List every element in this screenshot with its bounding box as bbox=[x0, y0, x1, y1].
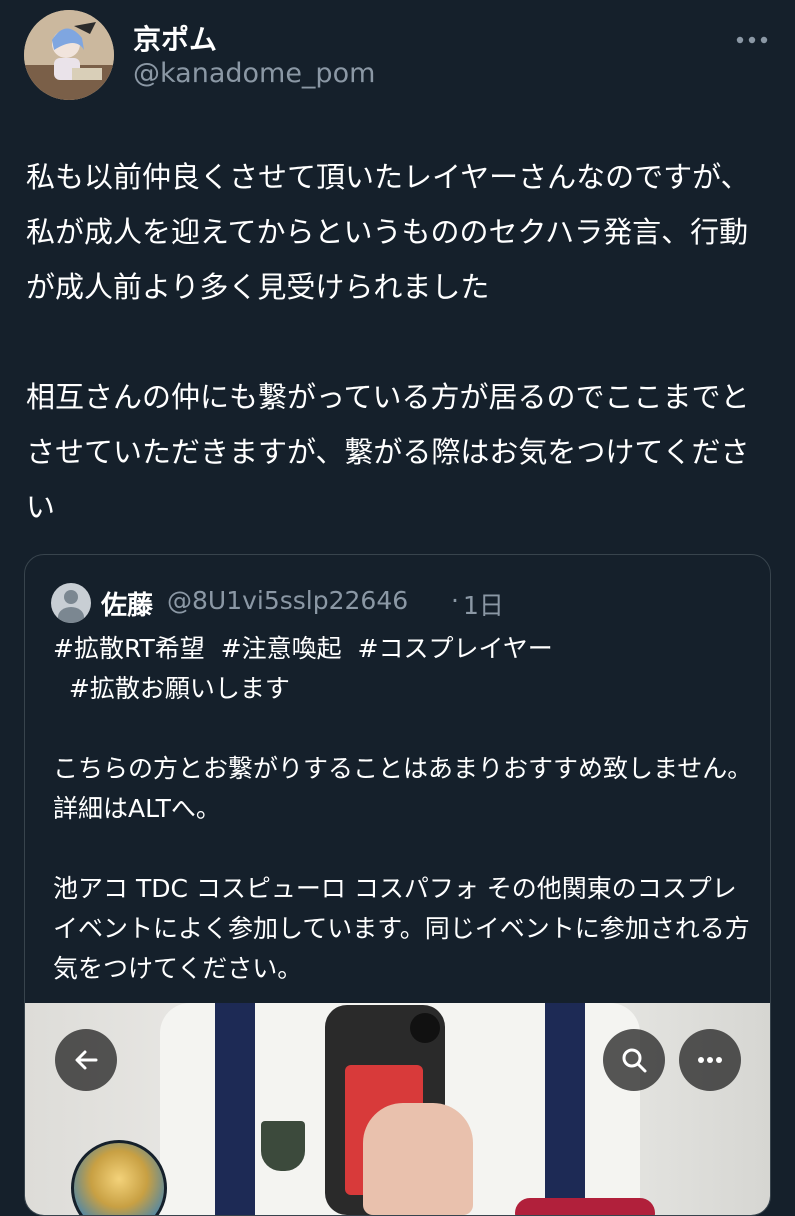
more-options-button[interactable] bbox=[735, 26, 769, 51]
media-follow-button-shape bbox=[515, 1198, 655, 1215]
user-avatar[interactable] bbox=[24, 10, 114, 100]
quoted-tweet[interactable]: 佐藤 @8U1vi5sslp22646 · 1日 #拡散RT希望 #注意喚起 #… bbox=[24, 554, 771, 1216]
default-avatar-head bbox=[64, 590, 78, 604]
quoted-user-avatar[interactable] bbox=[51, 583, 91, 623]
more-horizontal-icon bbox=[698, 1057, 722, 1063]
jacket-badge bbox=[261, 1121, 305, 1171]
media-more-button[interactable] bbox=[679, 1029, 741, 1091]
hand-shape bbox=[363, 1103, 473, 1215]
user-handle[interactable]: @kanadome_pom bbox=[133, 58, 375, 89]
quoted-timestamp[interactable]: 1日 bbox=[463, 586, 504, 622]
phone-camera bbox=[410, 1013, 440, 1043]
tweet-header: 京ポム @kanadome_pom bbox=[0, 0, 795, 120]
tweet-text: 私も以前仲良くさせて頂いたレイヤーさんなのですが、私が成人を迎えてからというもの… bbox=[26, 160, 750, 524]
more-horizontal-icon bbox=[736, 36, 768, 44]
quoted-media-image[interactable] bbox=[25, 1003, 770, 1215]
default-avatar-body bbox=[58, 607, 84, 623]
media-search-button[interactable] bbox=[603, 1029, 665, 1091]
media-back-button[interactable] bbox=[55, 1029, 117, 1091]
quoted-tweet-text: #拡散RT希望 #注意喚起 #コスプレイヤー #拡散お願いします こちらの方とお… bbox=[53, 634, 753, 983]
quoted-separator: · bbox=[451, 586, 459, 615]
jacket-stripe-right bbox=[545, 1003, 585, 1215]
display-name[interactable]: 京ポム bbox=[133, 18, 217, 58]
quoted-display-name[interactable]: 佐藤 bbox=[101, 585, 153, 622]
avatar-image bbox=[24, 10, 114, 100]
search-icon bbox=[622, 1048, 647, 1073]
back-arrow-icon bbox=[75, 1050, 98, 1070]
jacket-stripe-left bbox=[215, 1003, 255, 1215]
quoted-user-handle[interactable]: @8U1vi5sslp22646 bbox=[167, 586, 408, 615]
media-profile-avatar bbox=[71, 1140, 167, 1215]
